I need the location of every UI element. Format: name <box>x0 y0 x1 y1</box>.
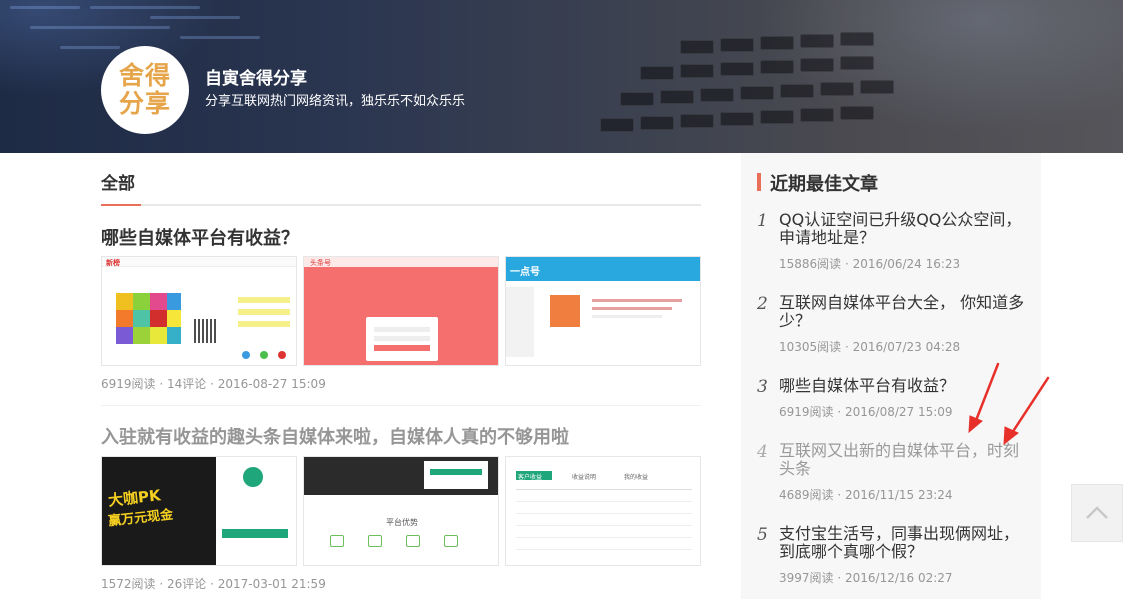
site-logo[interactable]: 舍得分享 <box>101 46 189 134</box>
article-thumbnail[interactable]: 客户收益 收益说明 我的收益 <box>505 456 701 566</box>
sidebar-article-meta: 4689阅读 · 2016/11/15 23:24 <box>779 488 953 502</box>
article-meta: 6919阅读 · 14评论 · 2016-08-27 15:09 <box>101 377 326 391</box>
thumb-section-heading: 平台优势 <box>386 518 418 527</box>
sidebar-article-link[interactable]: QQ认证空间已升级QQ公众空间，申请地址是？ <box>779 211 1034 247</box>
annotation-arrowhead-icon <box>1003 426 1019 446</box>
thumb-tab: 我的收益 <box>624 474 649 481</box>
sidebar-article-link[interactable]: 支付宝生活号，同事出现俩网址，到底哪个真哪个假？ <box>779 525 1034 561</box>
thumb-brand-label: 头条号 <box>310 259 331 267</box>
thumb-tab: 客户收益 <box>518 474 543 481</box>
thumb-tab: 收益说明 <box>572 474 597 481</box>
sidebar-article-link[interactable]: 互联网自媒体平台大全， 你知道多少？ <box>779 294 1034 330</box>
sidebar-title: 近期最佳文章 <box>770 174 878 195</box>
sidebar-article-meta: 10305阅读 · 2016/07/23 04:28 <box>779 340 961 354</box>
sidebar-article-meta: 6919阅读 · 2016/08/27 15:09 <box>779 405 953 419</box>
annotation-arrowhead-icon <box>968 415 983 434</box>
site-description: 分享互联网热门网络资讯，独乐乐不如众乐乐 <box>205 94 466 109</box>
rank-number: 1 <box>757 211 768 231</box>
article-title[interactable]: 哪些自媒体平台有收益？ <box>101 224 299 250</box>
rank-number: 4 <box>757 442 768 462</box>
annotation-arrows <box>968 362 1050 446</box>
rank-number: 2 <box>757 294 768 314</box>
article-title[interactable]: 入驻就有收益的趣头条自媒体来啦，自媒体人真的不够用啦 <box>101 423 569 449</box>
article-thumbnail[interactable]: 头条号 <box>303 256 499 366</box>
section-divider-accent <box>101 204 141 206</box>
thumb-brand-label: 一点号 <box>510 267 540 278</box>
chevron-up-icon <box>1086 506 1108 519</box>
article-thumbnail[interactable]: 一点号 <box>505 256 701 366</box>
site-title[interactable]: 自寅舍得分享 <box>205 64 307 89</box>
sidebar-title-accent <box>757 173 761 191</box>
annotation-arrow-icon <box>1010 376 1050 435</box>
back-to-top-button[interactable] <box>1071 484 1123 542</box>
section-title: 全部 <box>101 174 135 194</box>
section-divider <box>101 204 701 206</box>
site-logo-text: 舍得分享 <box>118 61 171 118</box>
thumb-brand-label: 新榜 <box>106 259 120 267</box>
sidebar-article-meta: 15886阅读 · 2016/06/24 16:23 <box>779 257 961 271</box>
annotation-arrow-icon <box>973 362 1000 425</box>
article-thumbnail[interactable]: 大咖PK 赢万元现金 <box>101 456 297 566</box>
article-divider <box>101 405 701 406</box>
article-thumbnail[interactable]: 新榜 <box>101 256 297 366</box>
sidebar-article-meta: 3997阅读 · 2016/12/16 02:27 <box>779 571 953 585</box>
banner-keyboard-decoration <box>560 30 1120 153</box>
article-thumbnail[interactable]: 平台优势 <box>303 456 499 566</box>
rank-number: 3 <box>757 377 768 397</box>
rank-number: 5 <box>757 525 768 545</box>
article-meta: 1572阅读 · 26评论 · 2017-03-01 21:59 <box>101 577 326 591</box>
